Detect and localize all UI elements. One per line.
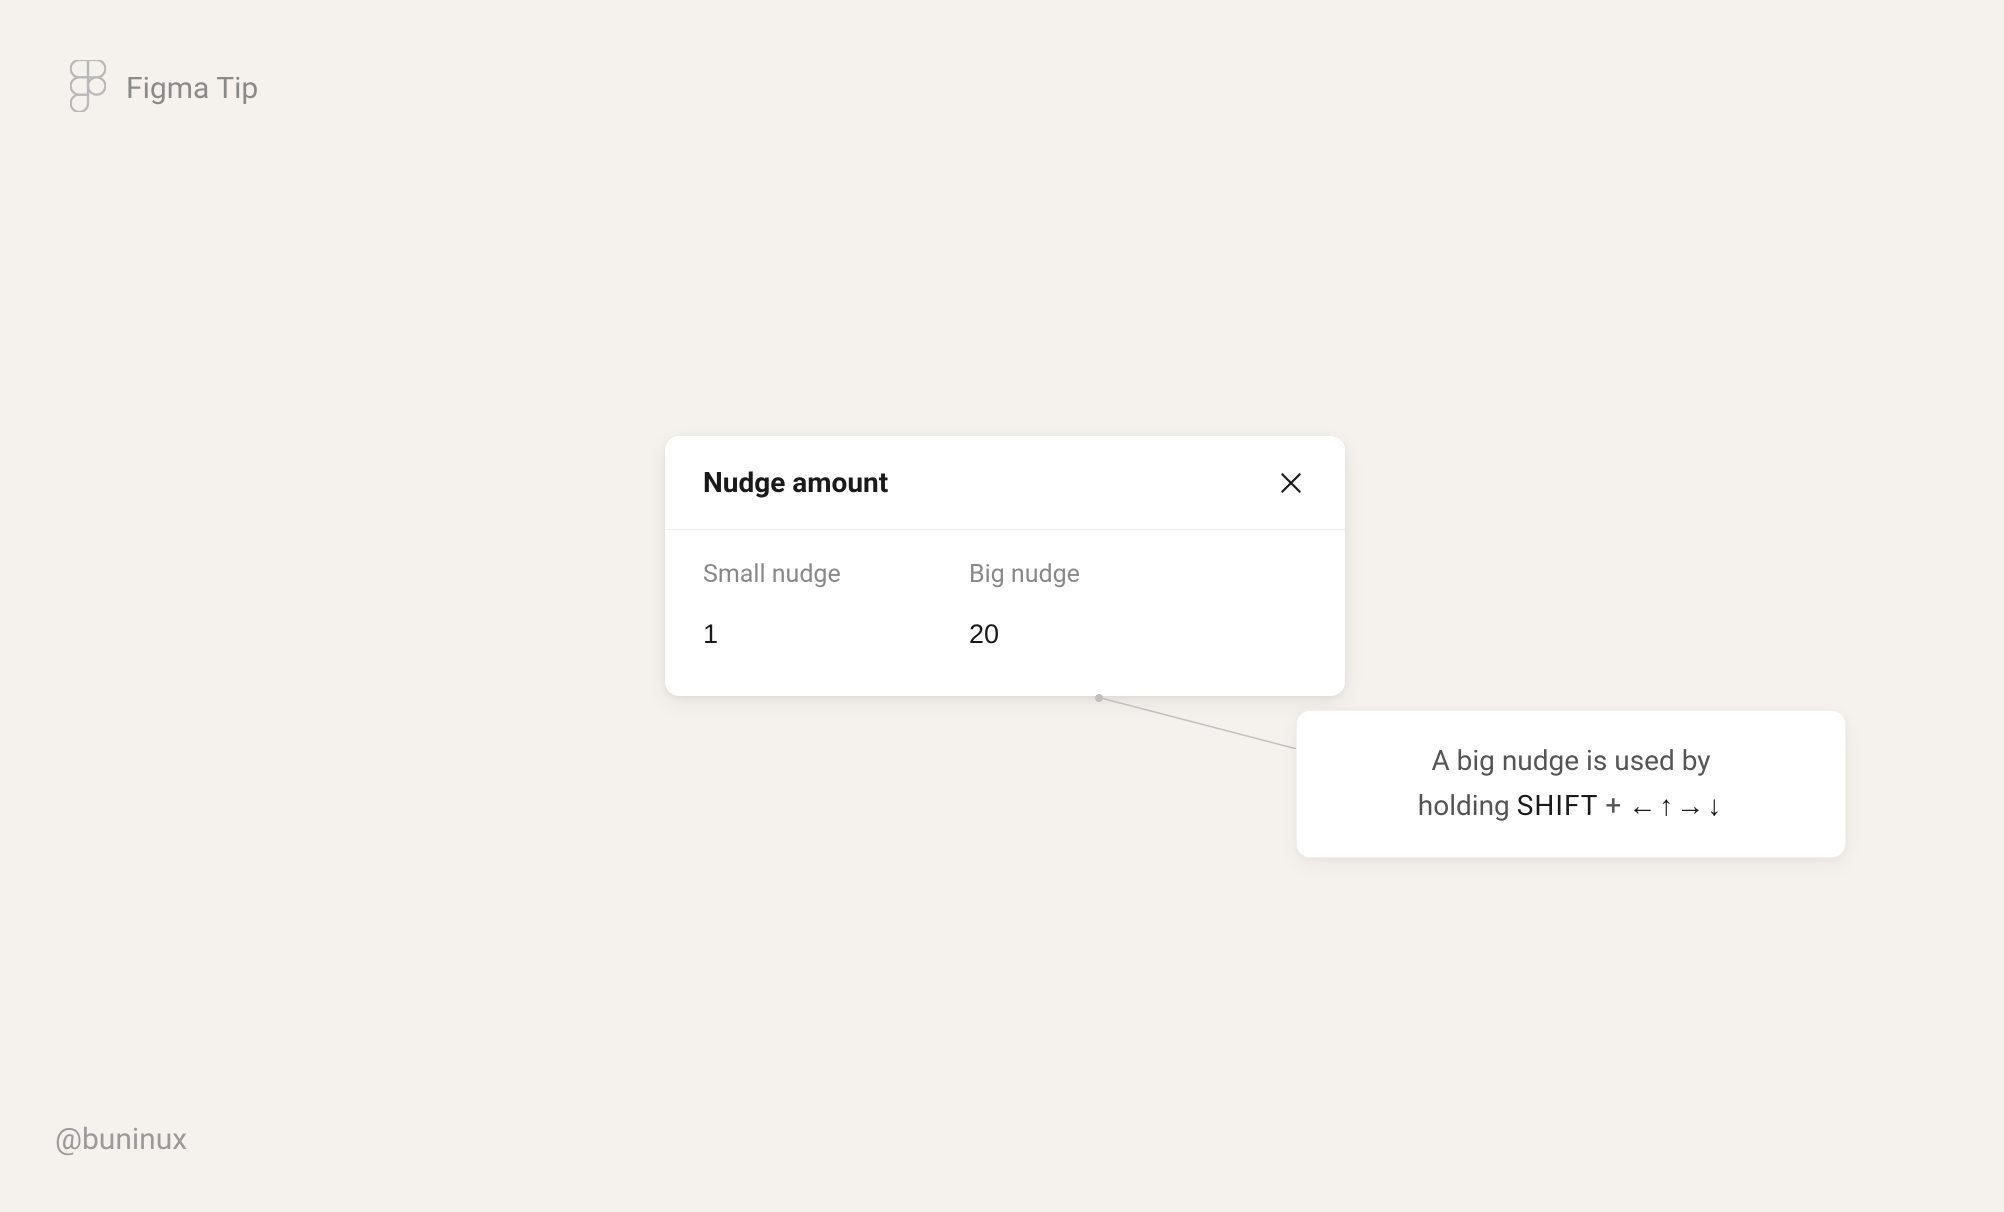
leader-dot-icon xyxy=(1095,694,1103,702)
figma-logo-icon xyxy=(70,60,106,116)
shift-key-label: SHIFT xyxy=(1517,789,1599,822)
tooltip-line1: A big nudge is used by xyxy=(1431,744,1710,777)
small-nudge-label: Small nudge xyxy=(703,560,969,589)
tooltip-plus: + xyxy=(1598,789,1628,822)
leader-line-icon xyxy=(1097,697,1297,749)
dialog-body: Small nudge Big nudge xyxy=(665,530,1345,696)
tooltip-line2-prefix: holding xyxy=(1418,789,1517,822)
tooltip: A big nudge is used by holding SHIFT + ←… xyxy=(1296,710,1846,858)
small-nudge-field: Small nudge xyxy=(703,560,969,650)
footer-handle: @buninux xyxy=(55,1122,187,1157)
header-title: Figma Tip xyxy=(126,71,258,106)
small-nudge-input[interactable] xyxy=(703,619,803,650)
nudge-amount-dialog: Nudge amount Small nudge Big nudge xyxy=(665,436,1345,696)
dialog-title: Nudge amount xyxy=(703,466,888,499)
big-nudge-field: Big nudge xyxy=(969,560,1235,650)
close-button[interactable] xyxy=(1275,467,1307,499)
close-icon xyxy=(1278,470,1304,496)
big-nudge-label: Big nudge xyxy=(969,560,1235,589)
big-nudge-input[interactable] xyxy=(969,619,1069,650)
arrow-keys-icon: ←↑→↓ xyxy=(1628,789,1724,822)
header: Figma Tip xyxy=(70,60,258,116)
dialog-header: Nudge amount xyxy=(665,436,1345,530)
